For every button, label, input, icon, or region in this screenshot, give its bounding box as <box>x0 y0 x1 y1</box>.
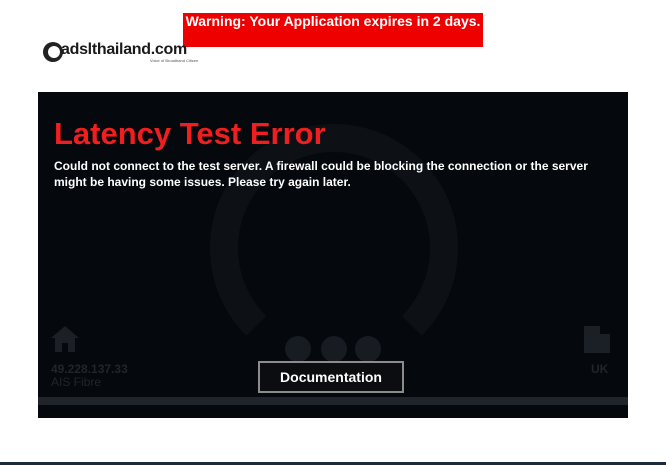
home-icon <box>51 326 79 352</box>
speedtest-panel: Latency Test Error Could not connect to … <box>38 92 628 418</box>
client-ip: 49.228.137.33 <box>51 362 128 376</box>
progress-bar <box>38 397 628 405</box>
client-isp: AIS Fibre <box>51 375 102 389</box>
logo-text: adslthailand.com <box>61 41 187 58</box>
expiry-warning-banner: Warning: Your Application expires in 2 d… <box>183 13 483 47</box>
server-country: UK <box>591 362 609 376</box>
logo-tagline: Voice of Broadband Citizen <box>150 58 199 63</box>
error-message: Could not connect to the test server. A … <box>54 159 588 189</box>
ping-icon <box>285 336 311 362</box>
building-icon <box>584 326 610 353</box>
site-logo: adslthailand.com Voice of Broadband Citi… <box>43 41 203 65</box>
download-icon <box>321 336 347 362</box>
documentation-button[interactable]: Documentation <box>258 361 404 393</box>
upload-icon <box>355 336 381 362</box>
logo-icon <box>43 42 63 62</box>
error-title: Latency Test Error <box>54 116 326 151</box>
